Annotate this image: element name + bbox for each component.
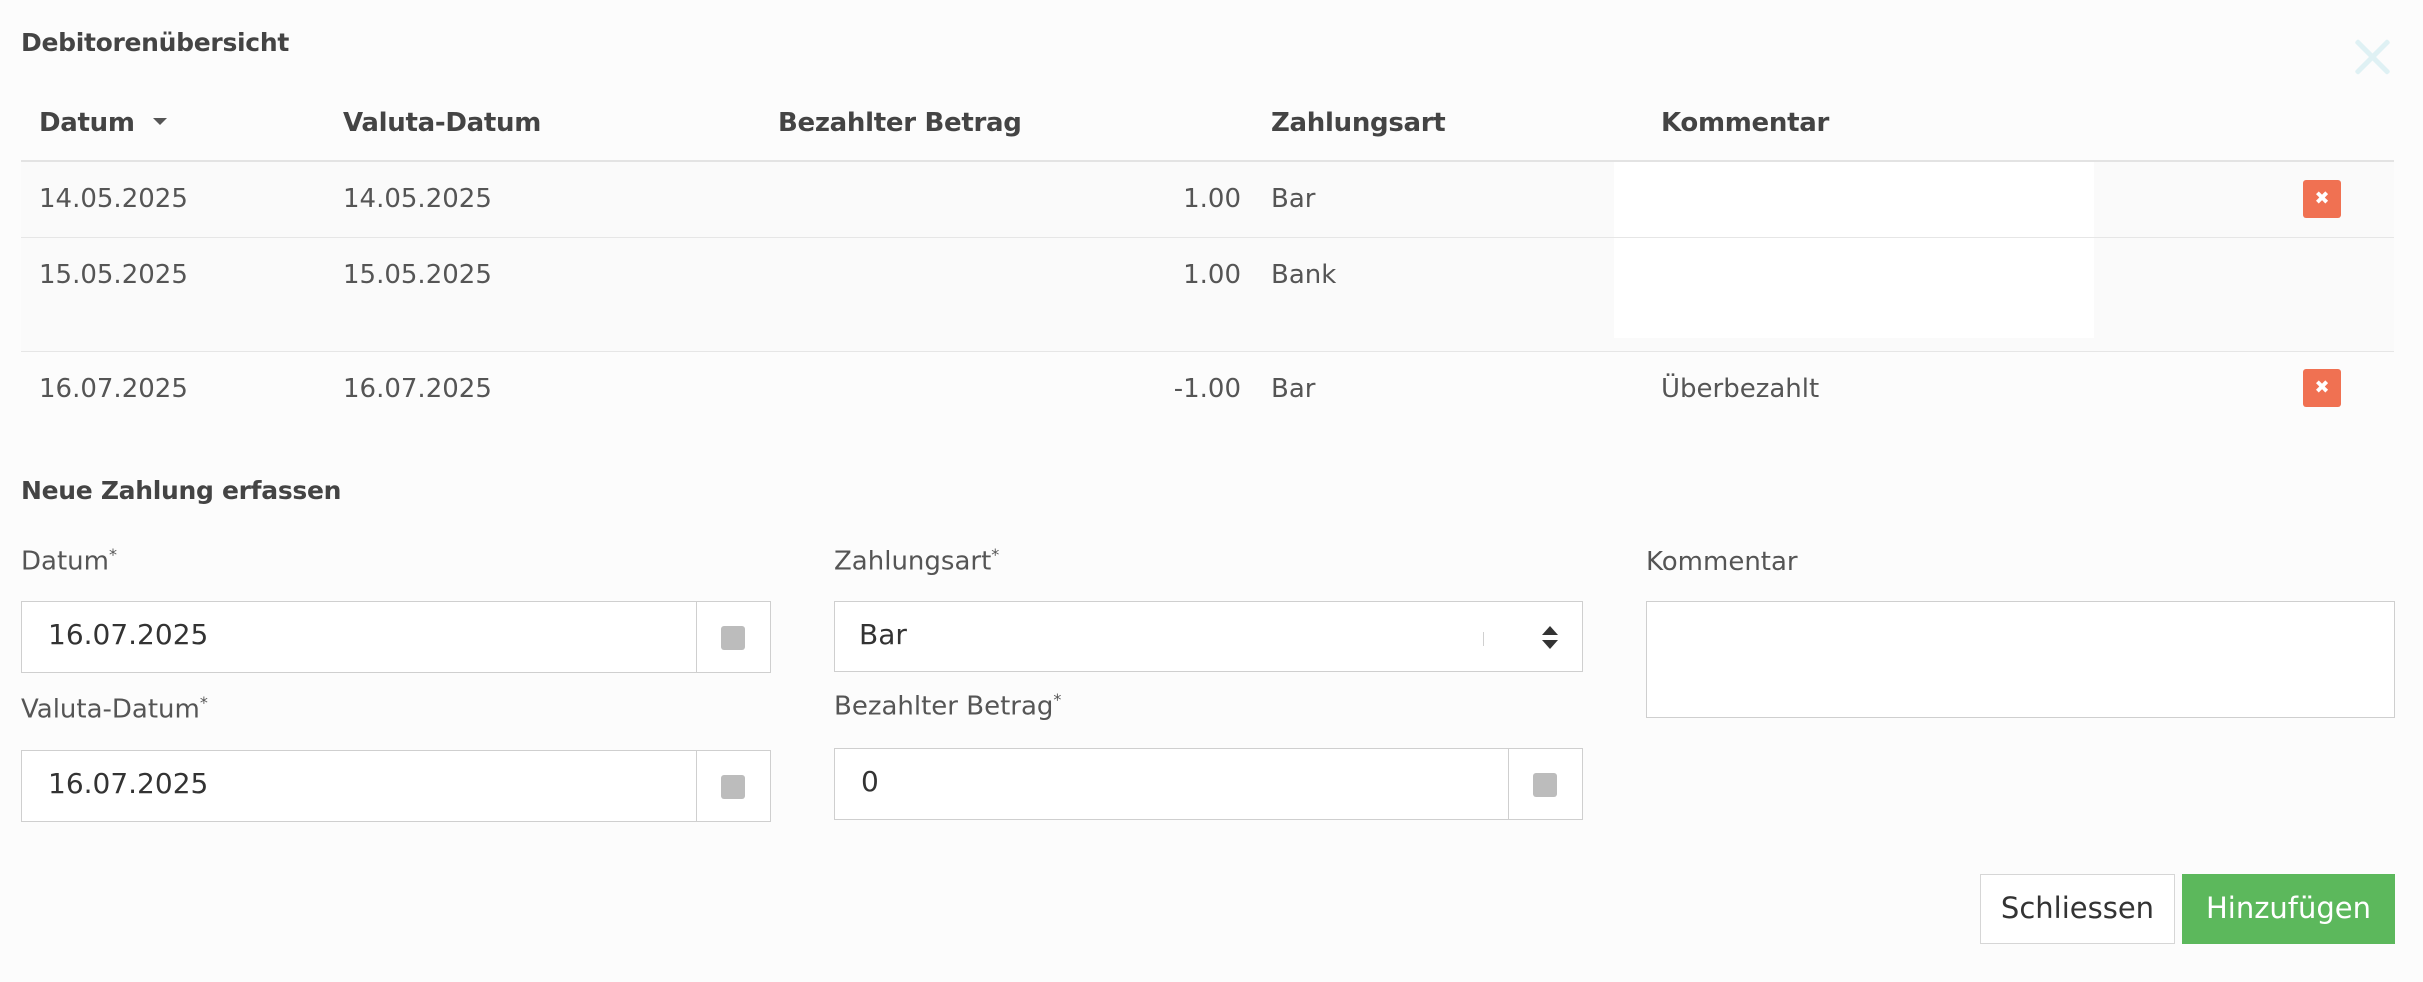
datum-value: 16.07.2025 [48,618,209,651]
datum-calendar-button[interactable] [696,602,770,672]
table-header: Datum Valuta-Datum Bezahlter Betrag Zahl… [21,90,2394,162]
cell-zahlungsart: Bank [1271,260,1337,290]
bezahlter-betrag-value: 0 [861,765,879,798]
close-icon: ✖ [2314,377,2330,398]
bezahlter-betrag-field[interactable]: 0 [834,748,1583,820]
kommentar-textarea[interactable] [1646,601,2395,718]
betrag-addon-button[interactable] [1508,749,1582,819]
payments-table: Datum Valuta-Datum Bezahlter Betrag Zahl… [21,90,2394,422]
cell-kommentar [1614,162,2094,237]
cell-datum: 16.07.2025 [39,374,188,404]
required-mark: * [991,545,1000,564]
delete-row-button[interactable]: ✖ [2303,369,2341,407]
cell-datum: 15.05.2025 [39,260,188,290]
kommentar-label: Kommentar [1646,547,1798,577]
zahlungsart-select[interactable]: Bar [834,601,1583,672]
select-arrows-icon [1542,626,1558,650]
column-header-bezahlter-betrag[interactable]: Bezahlter Betrag [778,108,1022,138]
sort-down-icon [152,118,167,125]
section-title: Neue Zahlung erfassen [21,476,342,505]
cell-valuta-datum: 16.07.2025 [343,374,492,404]
zahlungsart-label: Zahlungsart* [834,545,1000,577]
cell-betrag: 1.00 [1183,184,1241,214]
bezahlter-betrag-label: Bezahlter Betrag* [834,690,1062,722]
column-header-valuta-datum[interactable]: Valuta-Datum [343,108,541,138]
table-row: 16.07.2025 16.07.2025 -1.00 Bar Überbeza… [21,352,2394,422]
valuta-datum-calendar-button[interactable] [696,751,770,821]
close-icon: ✖ [2314,188,2330,209]
cell-datum: 14.05.2025 [39,184,188,214]
schliessen-button[interactable]: Schliessen [1980,874,2175,944]
cell-betrag: -1.00 [1173,374,1241,404]
column-header-kommentar[interactable]: Kommentar [1661,108,1829,138]
datum-field[interactable]: 16.07.2025 [21,601,771,673]
cell-kommentar [1614,238,2094,338]
table-row: 14.05.2025 14.05.2025 1.00 Bar ✖ [21,162,2394,238]
close-icon[interactable] [2352,36,2392,76]
dialog-title: Debitorenübersicht [21,28,289,57]
table-row: 15.05.2025 15.05.2025 1.00 Bank [21,238,2394,352]
cell-zahlungsart: Bar [1271,184,1316,214]
hinzufuegen-button[interactable]: Hinzufügen [2182,874,2395,944]
payment-dialog: Debitorenübersicht Datum Valuta-Datum Be… [0,0,2423,960]
required-mark: * [1053,690,1062,709]
cell-valuta-datum: 14.05.2025 [343,184,492,214]
zahlungsart-value: Bar [859,618,907,651]
calendar-icon [721,775,745,799]
cell-zahlungsart: Bar [1271,374,1316,404]
calculator-icon [1533,773,1557,797]
valuta-datum-value: 16.07.2025 [48,767,209,800]
cell-valuta-datum: 15.05.2025 [343,260,492,290]
valuta-datum-label: Valuta-Datum* [21,693,208,725]
column-header-datum[interactable]: Datum [39,108,167,138]
datum-label: Datum* [21,545,117,577]
delete-row-button[interactable]: ✖ [2303,180,2341,218]
calendar-icon [721,626,745,650]
cell-kommentar: Überbezahlt [1661,374,1820,404]
required-mark: * [199,693,208,712]
column-header-zahlungsart[interactable]: Zahlungsart [1271,108,1446,138]
valuta-datum-field[interactable]: 16.07.2025 [21,750,771,822]
required-mark: * [108,545,117,564]
cell-betrag: 1.00 [1183,260,1241,290]
select-separator [1483,632,1484,646]
